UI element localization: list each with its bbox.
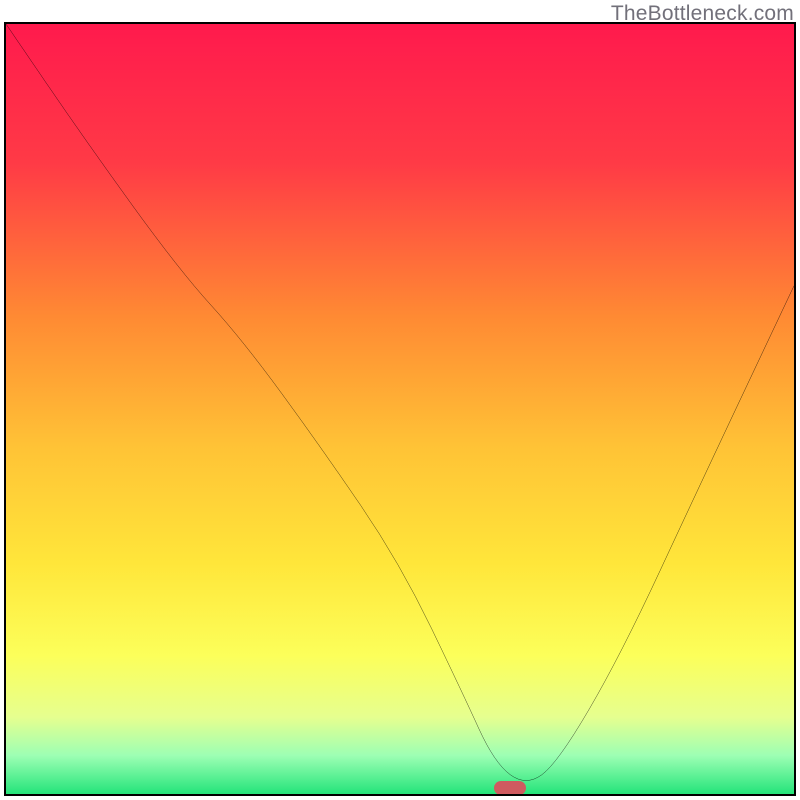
chart-frame xyxy=(4,22,796,796)
bottleneck-curve xyxy=(6,24,794,794)
optimal-point-marker xyxy=(494,781,526,795)
